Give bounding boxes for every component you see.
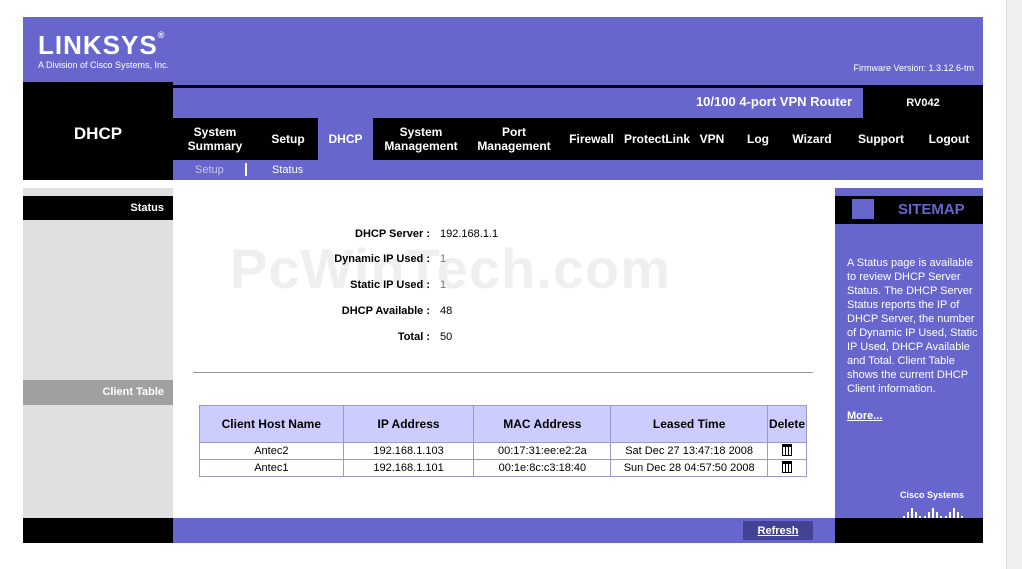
delete-cell (766, 442, 808, 460)
footer-bar (173, 518, 835, 543)
nav-system-management[interactable]: System Management (378, 118, 464, 160)
cell-host: Antec1 (199, 459, 344, 477)
cell-host: Antec2 (199, 442, 344, 460)
table-row: Antec2 192.168.1.103 00:17:31:ee:e2:2a S… (199, 442, 808, 460)
product-bar (173, 85, 983, 118)
sitemap-title[interactable]: SITEMAP (898, 201, 965, 218)
footer-left (23, 518, 173, 543)
brand-subtitle: A Division of Cisco Systems, Inc. (38, 60, 170, 70)
left-column (23, 188, 173, 518)
content-top-strip (173, 180, 983, 188)
static-ip-value: 1 (440, 279, 447, 291)
cell-mac: 00:1e:8c:c3:18:40 (473, 459, 612, 477)
nav-port-management[interactable]: Port Management (472, 118, 556, 160)
cell-ip: 192.168.1.103 (342, 442, 475, 460)
client-table: Client Host Name IP Address MAC Address … (199, 405, 808, 477)
nav-support[interactable]: Support (850, 118, 912, 160)
col-delete: Delete (766, 405, 808, 443)
firmware-version: Firmware Version: 1.3.12.6-tm (853, 63, 974, 73)
footer-right (835, 518, 983, 543)
cisco-logo-text: Cisco Systems (900, 490, 965, 500)
static-ip-label: Static IP Used : (350, 279, 430, 291)
col-ip-address: IP Address (342, 405, 475, 443)
dynamic-ip-label: Dynamic IP Used : (334, 253, 430, 265)
dynamic-ip-value: 1 (440, 253, 447, 265)
divider (193, 372, 813, 373)
dhcp-server-value: 192.168.1.1 (440, 228, 499, 240)
nav-protectlink[interactable]: ProtectLink (622, 118, 692, 160)
help-text: A Status page is available to review DHC… (847, 257, 978, 395)
col-mac-address: MAC Address (473, 405, 612, 443)
product-name: 10/100 4-port VPN Router (695, 94, 852, 109)
watermark: PcWinTech.com (230, 237, 671, 300)
section-client-table-label: Client Table (23, 380, 173, 405)
total-label: Total : (397, 331, 430, 343)
cell-mac: 00:17:31:ee:e2:2a (473, 442, 612, 460)
cell-leased: Sun Dec 28 04:57:50 2008 (610, 459, 768, 477)
total-value: 50 (440, 331, 453, 343)
col-leased-time: Leased Time (610, 405, 768, 443)
dhcp-server-label: DHCP Server : (355, 228, 430, 240)
vertical-scrollbar[interactable] (1006, 0, 1022, 569)
puzzle-icon (852, 199, 874, 219)
page-title: DHCP (73, 124, 123, 143)
linksys-logo: LINKSYS® (38, 30, 166, 60)
cell-ip: 192.168.1.101 (342, 459, 475, 477)
nav-log[interactable]: Log (738, 118, 778, 160)
nav-system-summary[interactable]: System Summary (178, 118, 252, 160)
table-row: Antec1 192.168.1.101 00:1e:8c:c3:18:40 S… (199, 459, 808, 477)
more-link[interactable]: More... (847, 410, 882, 422)
subnav-status[interactable]: Status (272, 164, 303, 176)
col-host-name: Client Host Name (199, 405, 344, 443)
trash-icon[interactable] (781, 460, 792, 473)
delete-cell (766, 459, 808, 477)
nav-setup[interactable]: Setup (262, 118, 314, 160)
nav-vpn[interactable]: VPN (695, 118, 729, 160)
cell-leased: Sat Dec 27 13:47:18 2008 (610, 442, 768, 460)
trash-icon[interactable] (781, 443, 792, 456)
dhcp-available-value: 48 (440, 305, 453, 317)
dhcp-available-label: DHCP Available : (341, 305, 430, 317)
subnav-setup[interactable]: Setup (195, 164, 224, 176)
nav-firewall[interactable]: Firewall (564, 118, 619, 160)
header-bar (23, 17, 983, 85)
subnav-divider (245, 163, 247, 176)
nav-wizard[interactable]: Wizard (786, 118, 838, 160)
nav-logout[interactable]: Logout (922, 118, 976, 160)
nav-dhcp[interactable]: DHCP (318, 118, 373, 160)
brand-text: LINKSYS (38, 30, 158, 60)
refresh-button[interactable]: Refresh (743, 521, 813, 540)
model-name: RV042 (863, 88, 983, 118)
section-status-label: Status (23, 196, 173, 220)
